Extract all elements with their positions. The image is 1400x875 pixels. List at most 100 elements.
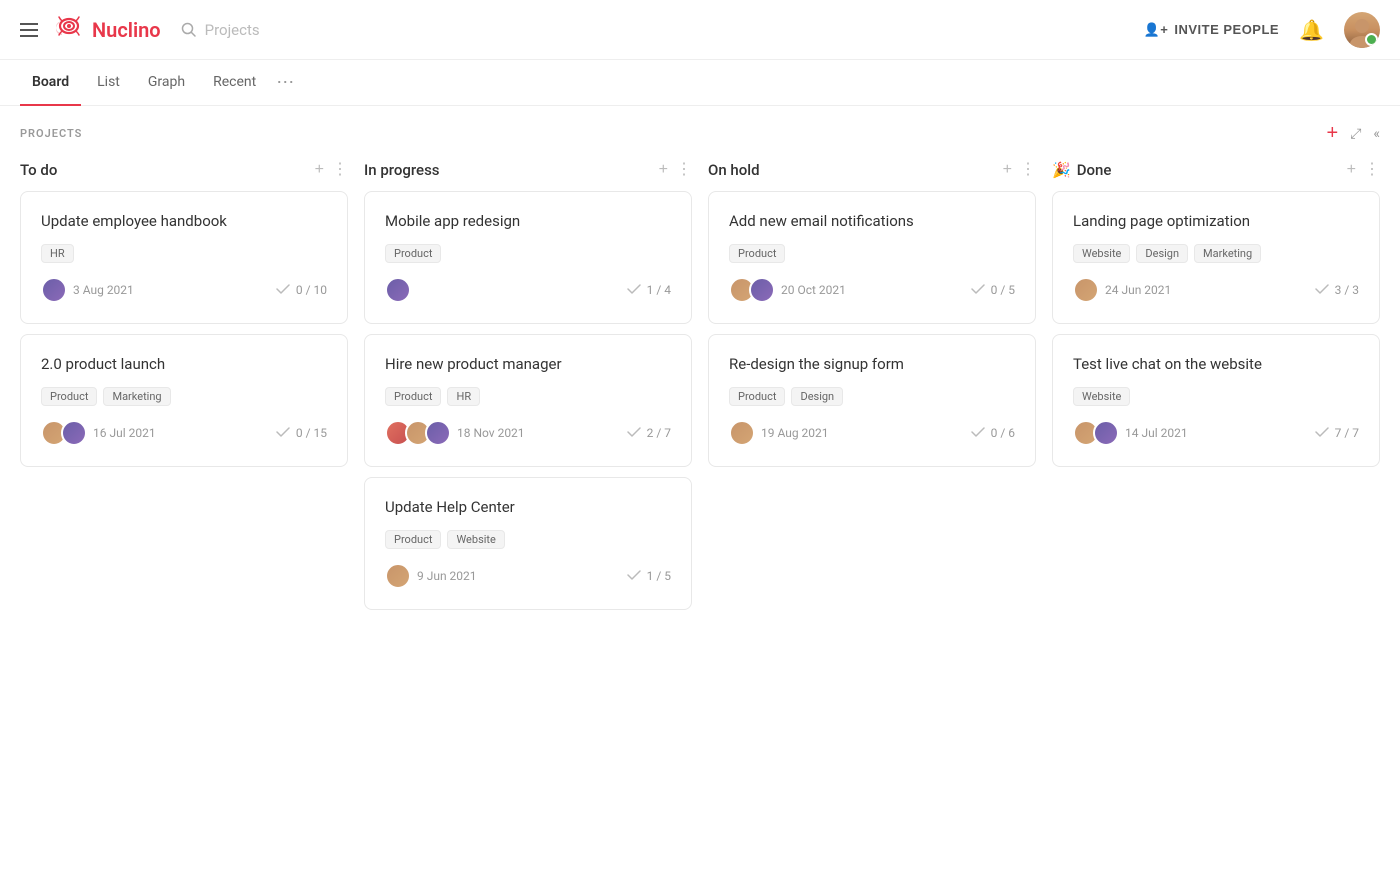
- logo: Nuclino: [54, 13, 161, 46]
- search-placeholder: Projects: [205, 21, 260, 39]
- card-avatar: [1093, 420, 1119, 446]
- column-emoji: 🎉: [1052, 161, 1071, 179]
- card-tags: Product Design: [729, 387, 1015, 406]
- user-avatar[interactable]: [1344, 12, 1380, 48]
- expand-icon[interactable]: ⤢: [1350, 126, 1361, 142]
- card-left: 19 Aug 2021: [729, 420, 829, 446]
- check-icon: [627, 569, 641, 584]
- column-more-button-done[interactable]: ⋮: [1364, 162, 1380, 178]
- column-title-text: In progress: [364, 161, 440, 179]
- column-header-inprogress: In progress + ⋮: [364, 161, 692, 179]
- card-right: 0 / 10: [276, 283, 327, 298]
- kanban-card[interactable]: Landing page optimizationWebsiteDesignMa…: [1052, 191, 1380, 324]
- tab-recent[interactable]: Recent: [201, 60, 268, 106]
- kanban-card[interactable]: Test live chat on the website Website 14 J…: [1052, 334, 1380, 467]
- card-title: Update employee handbook: [41, 212, 327, 230]
- card-avatars: [41, 277, 67, 303]
- card-date: 19 Aug 2021: [761, 426, 829, 440]
- avatar-face: [1344, 12, 1380, 48]
- header: Nuclino Projects 👤+ INVITE PEOPLE 🔔: [0, 0, 1400, 60]
- column-more-button-onhold[interactable]: ⋮: [1020, 162, 1036, 178]
- kanban-card[interactable]: Hire new product managerProductHR18 Nov …: [364, 334, 692, 467]
- card-footer: 9 Jun 2021 1 / 5: [385, 563, 671, 589]
- card-tag: Website: [1073, 244, 1130, 263]
- kanban-card[interactable]: Re-design the signup form Product Design 19…: [708, 334, 1036, 467]
- kanban-card[interactable]: Update Help CenterProductWebsite9 Jun 20…: [364, 477, 692, 610]
- card-tag: Product: [41, 387, 97, 406]
- tab-graph[interactable]: Graph: [136, 60, 197, 106]
- add-card-button-onhold[interactable]: +: [1003, 162, 1012, 178]
- invite-people-button[interactable]: 👤+ INVITE PEOPLE: [1144, 22, 1280, 38]
- check-icon: [1315, 426, 1329, 441]
- card-tag: Product: [729, 387, 785, 406]
- card-title: Re-design the signup form: [729, 355, 1015, 373]
- card-left: 3 Aug 2021: [41, 277, 134, 303]
- add-card-button-todo[interactable]: +: [315, 162, 324, 178]
- card-footer: 14 Jul 20217 / 7: [1073, 420, 1359, 446]
- card-left: 24 Jun 2021: [1073, 277, 1171, 303]
- card-progress: 2 / 7: [647, 426, 671, 440]
- card-avatar: [61, 420, 87, 446]
- tab-board[interactable]: Board: [20, 60, 81, 106]
- card-tag: Product: [385, 387, 441, 406]
- column-inprogress: In progress + ⋮ Mobile app redesignProduct1…: [364, 161, 692, 620]
- card-avatars: [729, 420, 755, 446]
- kanban-card[interactable]: Add new email notificationsProduct20 Oct…: [708, 191, 1036, 324]
- check-icon: [1315, 283, 1329, 298]
- board-area: PROJECTS + ⤢ « To do+⋮Update employee ha…: [0, 106, 1400, 636]
- kanban-card[interactable]: Update employee handbookHR3 Aug 20210 / …: [20, 191, 348, 324]
- card-left: 14 Jul 2021: [1073, 420, 1188, 446]
- card-avatars: [1073, 420, 1119, 446]
- kanban-card[interactable]: Mobile app redesignProduct1 / 4: [364, 191, 692, 324]
- card-avatar: [385, 563, 411, 589]
- card-title: Add new email notifications: [729, 212, 1015, 230]
- tab-more-icon[interactable]: ⋯: [276, 72, 294, 93]
- card-tag: Marketing: [103, 387, 170, 406]
- card-avatars: [385, 563, 411, 589]
- notification-bell-icon[interactable]: 🔔: [1299, 18, 1324, 42]
- add-card-button-inprogress[interactable]: +: [659, 162, 668, 178]
- card-progress: 0 / 10: [296, 283, 327, 297]
- card-title: Test live chat on the website: [1073, 355, 1359, 373]
- column-title-text: Done: [1077, 161, 1112, 179]
- column-header-done: 🎉Done+⋮: [1052, 161, 1380, 179]
- search-area[interactable]: Projects: [181, 21, 260, 39]
- kanban-columns: To do+⋮Update employee handbookHR3 Aug 2…: [20, 161, 1380, 620]
- card-progress: 1 / 5: [647, 569, 671, 583]
- column-title-text: To do: [20, 161, 57, 179]
- column-actions-todo: +⋮: [315, 162, 348, 178]
- column-more-button-todo[interactable]: ⋮: [332, 162, 348, 178]
- column-done: 🎉Done+⋮Landing page optimizationWebsiteD…: [1052, 161, 1380, 477]
- column-title-inprogress: In progress: [364, 161, 659, 179]
- card-left: 20 Oct 2021: [729, 277, 846, 303]
- card-progress: 1 / 4: [647, 283, 671, 297]
- card-right: 0 / 15: [276, 426, 327, 441]
- card-date: 14 Jul 2021: [1125, 426, 1188, 440]
- header-right: 👤+ INVITE PEOPLE 🔔: [1144, 12, 1380, 48]
- add-column-button[interactable]: +: [1327, 122, 1339, 145]
- hamburger-menu[interactable]: [20, 23, 38, 37]
- kanban-card[interactable]: 2.0 product launchProductMarketing16 Jul…: [20, 334, 348, 467]
- card-avatars: [385, 277, 411, 303]
- column-actions-done: +⋮: [1347, 162, 1380, 178]
- column-title-todo: To do: [20, 161, 315, 179]
- card-footer: 16 Jul 20210 / 15: [41, 420, 327, 446]
- card-progress: 0 / 6: [991, 426, 1015, 440]
- card-left: 9 Jun 2021: [385, 563, 477, 589]
- card-footer: 24 Jun 2021 3 / 3: [1073, 277, 1359, 303]
- card-tag: Website: [1073, 387, 1130, 406]
- collapse-icon[interactable]: «: [1373, 126, 1380, 142]
- card-avatar: [385, 277, 411, 303]
- card-right: 3 / 3: [1315, 283, 1359, 298]
- column-todo: To do+⋮Update employee handbookHR3 Aug 2…: [20, 161, 348, 477]
- column-more-button-inprogress[interactable]: ⋮: [676, 162, 692, 178]
- tab-list[interactable]: List: [85, 60, 132, 106]
- card-tag: Design: [791, 387, 843, 406]
- card-avatar: [41, 277, 67, 303]
- check-icon: [627, 426, 641, 441]
- add-card-button-done[interactable]: +: [1347, 162, 1356, 178]
- card-tag: Product: [385, 530, 441, 549]
- card-left: 18 Nov 2021: [385, 420, 525, 446]
- board-section-label: PROJECTS: [20, 127, 82, 140]
- card-tags: Website: [1073, 387, 1359, 406]
